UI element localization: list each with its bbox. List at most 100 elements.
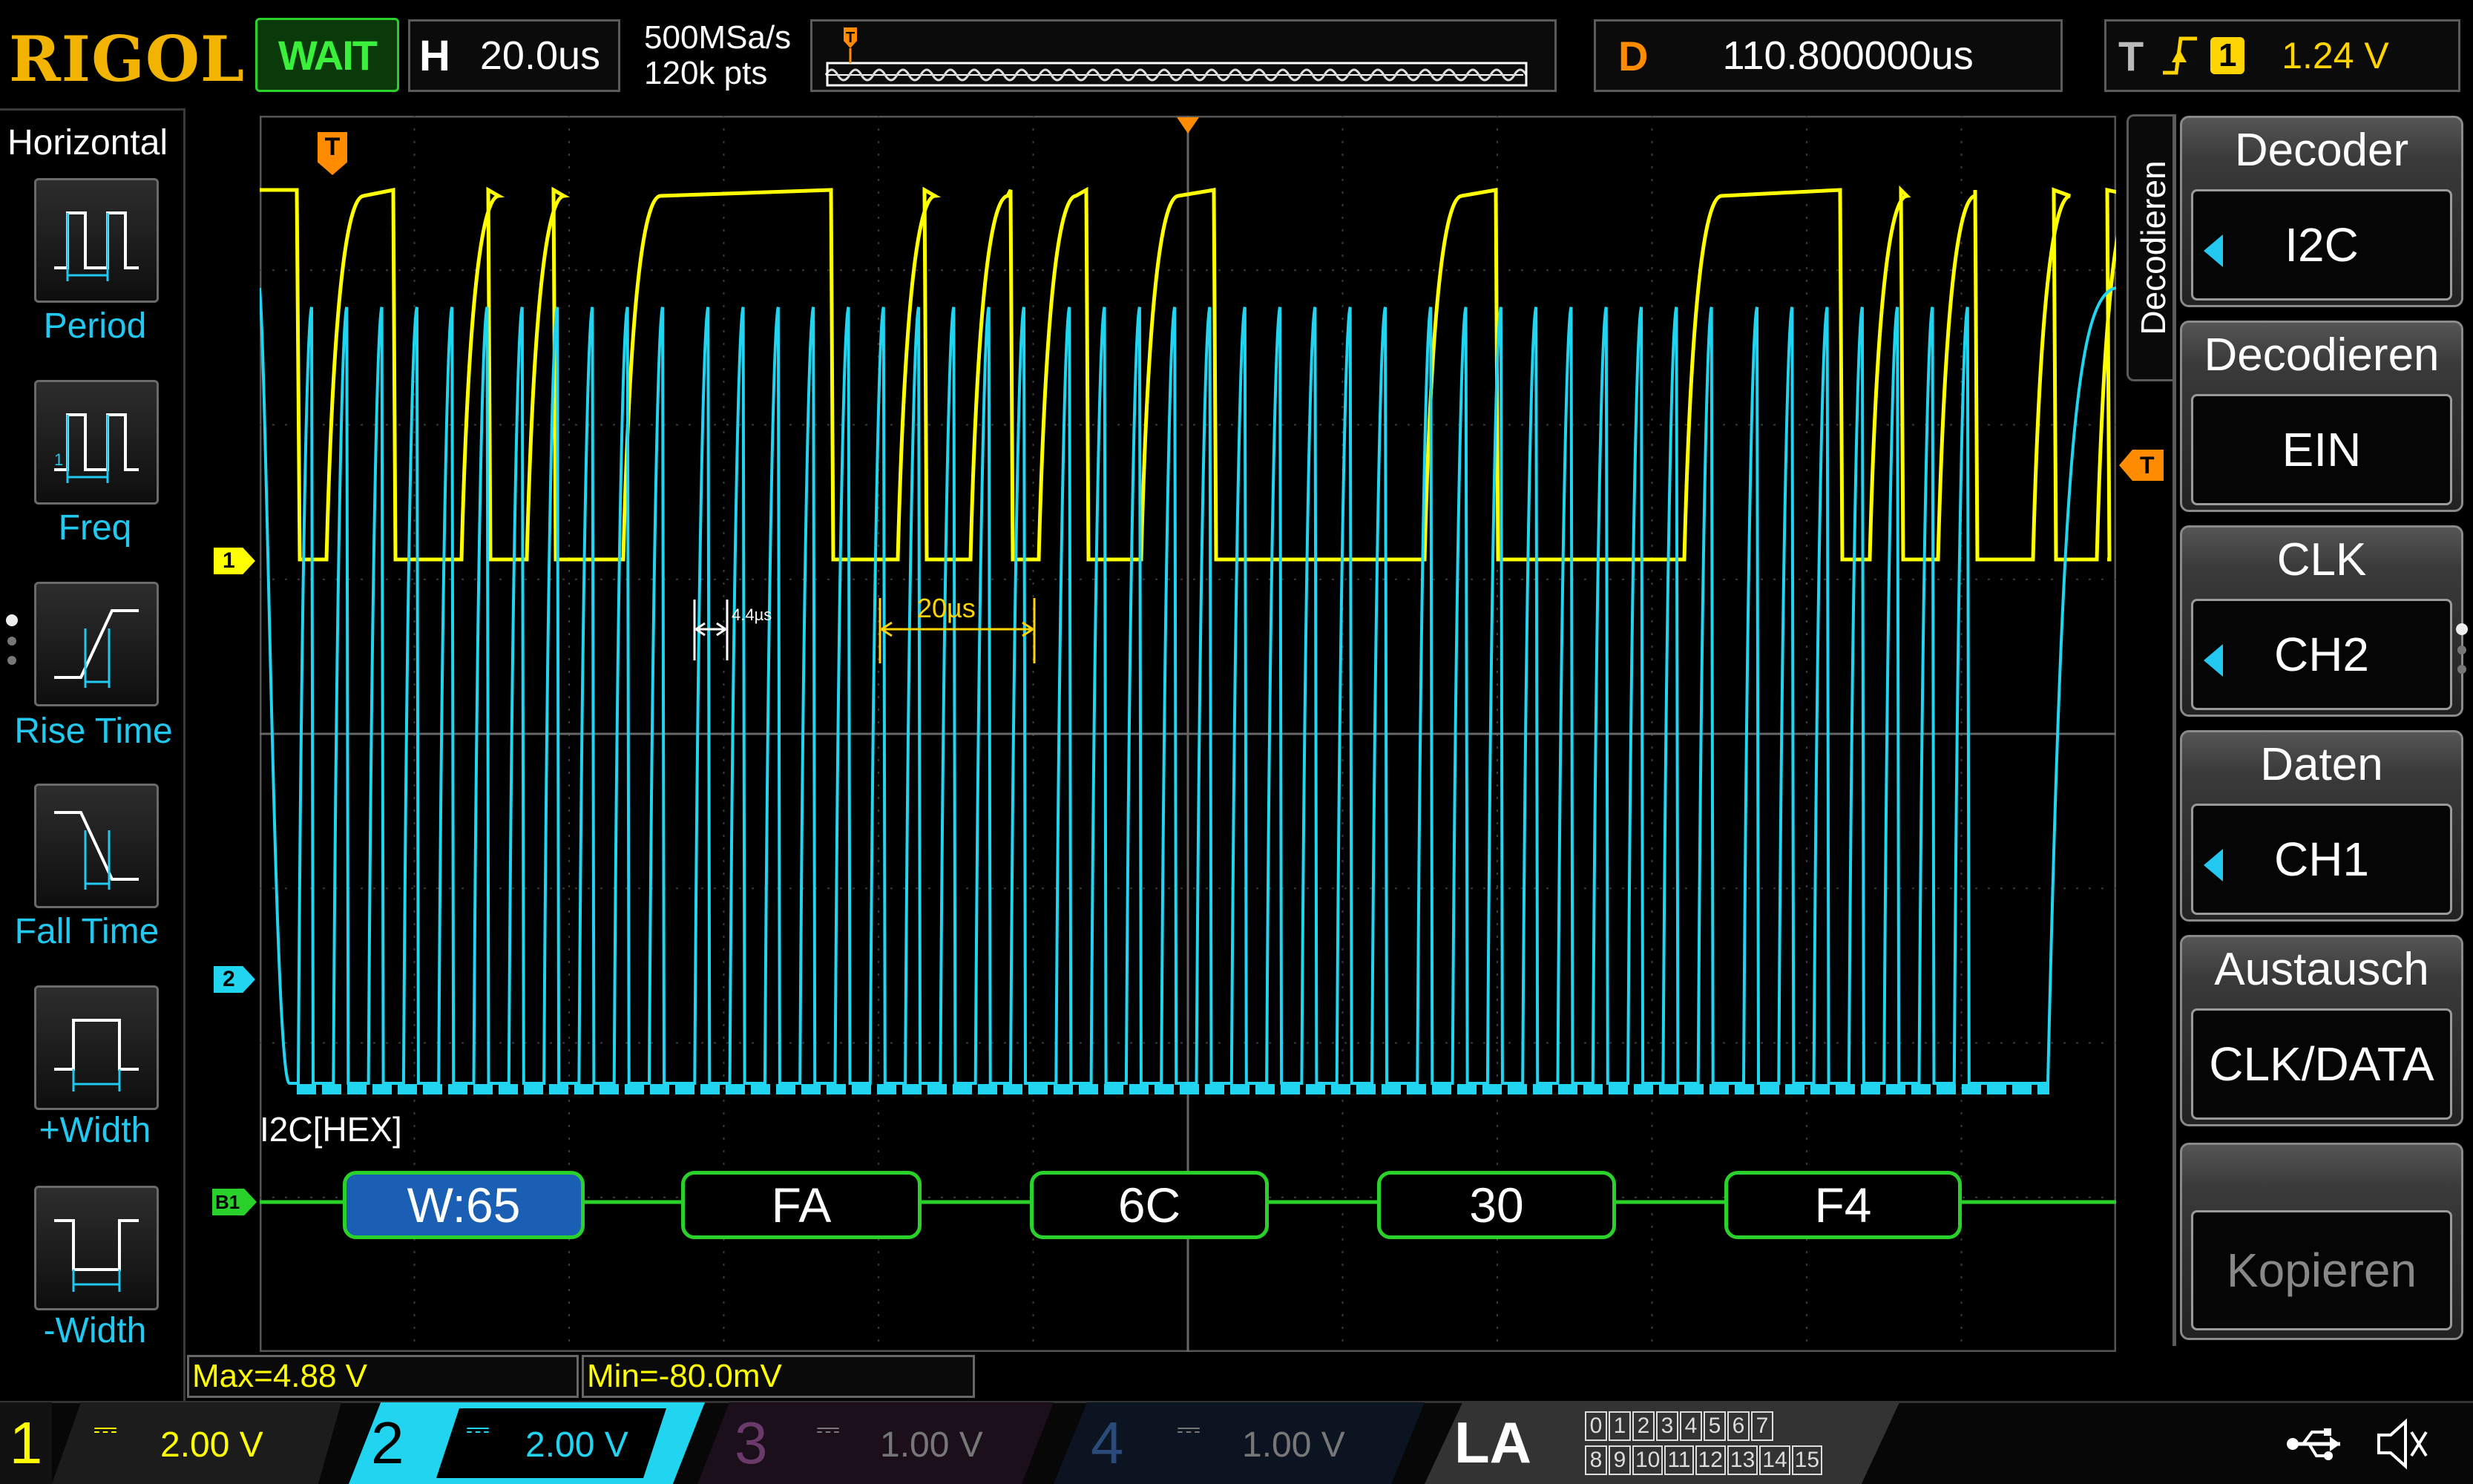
memory-depth: 120k pts — [644, 55, 768, 91]
measurement-min[interactable]: Min=-80.0mV — [582, 1355, 975, 1398]
decoded-byte-packet[interactable]: 6C — [1030, 1171, 1269, 1239]
small-cursor-label: 4.4µs — [732, 605, 772, 624]
measurement-max[interactable]: Max=4.88 V — [187, 1355, 579, 1398]
decoder-value-box: I2C — [2191, 189, 2452, 301]
data-source-value: CH1 — [2273, 833, 2370, 886]
dc-coupling-icon: ⎓ — [1177, 1413, 1201, 1445]
period-icon — [54, 211, 139, 281]
data-source-title: Daten — [2260, 739, 2383, 790]
overview-trigger-icon: T — [844, 27, 857, 63]
timebase-display[interactable]: H 20.0us — [408, 19, 620, 92]
data-source-button[interactable]: Daten CH1 — [2180, 730, 2463, 922]
copy-value-box: Kopieren — [2191, 1210, 2452, 1330]
select-arrow-icon — [2204, 849, 2223, 881]
swap-title: Austausch — [2214, 944, 2429, 995]
usb-icon — [2287, 1428, 2340, 1460]
logic-bits-row-low: 01234567 — [1585, 1411, 1773, 1441]
decoder-button[interactable]: Decoder I2C — [2180, 116, 2463, 307]
positive-width-button[interactable] — [34, 985, 159, 1110]
frequency-button[interactable]: 1 — [34, 380, 159, 505]
svg-text:T: T — [846, 30, 855, 46]
copy-button[interactable]: Kopieren — [2180, 1143, 2463, 1340]
negative-width-label: -Width — [43, 1311, 147, 1350]
timebase-label: H — [419, 31, 450, 80]
decoded-byte-text: 30 — [1469, 1178, 1524, 1232]
swap-button[interactable]: Austausch CLK/DATA — [2180, 935, 2463, 1126]
rise-time-label: Rise Time — [14, 712, 173, 751]
channel-3-number: 3 — [735, 1410, 768, 1476]
decoded-byte-text: F4 — [1814, 1178, 1872, 1232]
clock-source-value-box: CH2 — [2191, 599, 2452, 710]
fall-time-label: Fall Time — [14, 912, 160, 951]
right-menu-page-dots — [2456, 623, 2471, 712]
timebase-value: 20.0us — [479, 33, 601, 78]
logic-channel-bit: 8 — [1585, 1445, 1607, 1475]
channel-3-settings[interactable]: 3 ⎓ 1.00 V — [697, 1402, 1054, 1484]
channel-1-scale-box: ⎓ 2.00 V — [52, 1402, 341, 1484]
select-arrow-icon — [2204, 644, 2223, 677]
memory-overview-bar[interactable]: T — [810, 19, 1557, 92]
trigger-time-marker-label: T — [324, 133, 341, 161]
decode-enable-value-box: EIN — [2191, 394, 2452, 505]
delay-value: 110.800000us — [1722, 33, 1974, 78]
period-label: Period — [43, 306, 147, 346]
decoded-address-text: W:65 — [407, 1178, 521, 1232]
channel-1-scale: 2.00 V — [160, 1425, 263, 1465]
rising-edge-icon — [2163, 36, 2198, 75]
select-arrow-icon — [2204, 234, 2223, 267]
logic-analyzer-label: LA — [1454, 1410, 1531, 1475]
channel-4-number: 4 — [1091, 1410, 1124, 1476]
decoded-byte-text: FA — [771, 1178, 832, 1232]
negative-width-button[interactable] — [34, 1186, 159, 1310]
decoded-byte-packet[interactable]: FA — [681, 1171, 922, 1239]
left-menu-title: Horizontal — [7, 123, 168, 162]
trigger-level-value: 1.24 V — [2282, 35, 2389, 76]
channel-1-settings[interactable]: 1 ⎓ 2.00 V — [0, 1402, 341, 1484]
channel-2-marker-label: 2 — [223, 967, 235, 991]
left-menu-page-dots — [6, 614, 18, 696]
swap-value-box: CLK/DATA — [2191, 1008, 2452, 1120]
bus-marker[interactable]: B1 — [212, 1189, 257, 1215]
clock-source-button[interactable]: CLK CH2 — [2180, 525, 2463, 717]
rise-time-button[interactable] — [34, 582, 159, 706]
channel-1-marker[interactable]: 1 — [214, 548, 255, 574]
channel-2-settings[interactable]: 2 ⎓ 2.00 V — [349, 1402, 705, 1484]
channel-1-number: 1 — [9, 1410, 43, 1476]
run-state-label: WAIT — [278, 31, 378, 79]
logic-channel-bit: 6 — [1727, 1411, 1750, 1441]
speaker-muted-icon[interactable] — [2371, 1414, 2431, 1474]
channel-4-settings[interactable]: 4 ⎓ 1.00 V — [1054, 1402, 1425, 1484]
decoded-byte-packet[interactable]: 30 — [1377, 1171, 1616, 1239]
trigger-display[interactable]: T 1 1.24 V — [2104, 19, 2460, 92]
period-cursor-label: 20µs — [917, 593, 976, 623]
channel-1-number-box: 1 — [0, 1402, 52, 1484]
decode-enable-button[interactable]: Decodieren EIN — [2180, 321, 2463, 512]
waveform-svg: 4.4µs 20µs I2C[HEX] — [258, 115, 2135, 1353]
channel-2-marker[interactable]: 2 — [214, 966, 255, 993]
channel-1-marker-label: 1 — [223, 548, 235, 573]
run-stop-status[interactable]: WAIT — [255, 18, 399, 92]
period-button[interactable] — [34, 178, 159, 303]
brand-logo: RIGOL — [9, 22, 246, 96]
logic-channel-bit: 4 — [1680, 1411, 1702, 1441]
logic-channel-bit: 13 — [1727, 1445, 1758, 1475]
logic-analyzer-settings[interactable]: LA 01234567 8 9 10 11 12 13 14 15 — [1425, 1402, 1899, 1484]
delay-display[interactable]: D 110.800000us — [1594, 19, 2063, 92]
decoder-title: Decoder — [2234, 125, 2409, 176]
frequency-icon: 1 — [54, 413, 139, 483]
waveform-area[interactable]: 4.4µs 20µs I2C[HEX] — [258, 115, 2135, 1353]
dc-coupling-icon: ⎓ — [816, 1413, 840, 1445]
logic-channel-bit: 15 — [1791, 1445, 1823, 1475]
decoded-byte-packet[interactable]: F4 — [1724, 1171, 1962, 1239]
right-menu-frame — [2173, 114, 2176, 1346]
dc-coupling-icon: ⎓ — [93, 1413, 117, 1445]
decoded-address-packet[interactable]: W:65 — [343, 1171, 585, 1239]
right-menu-title: Decodieren — [2134, 160, 2173, 335]
fall-time-button[interactable] — [34, 784, 159, 908]
logic-channel-bit: 3 — [1656, 1411, 1678, 1441]
trigger-level-marker[interactable]: T — [2119, 450, 2164, 481]
oscilloscope-screen: { "header": { "brand": "RIGOL", "run_sta… — [0, 0, 2473, 1484]
measurement-max-text: Max=4.88 V — [192, 1358, 368, 1394]
right-menu-tab[interactable]: Decodieren — [2126, 114, 2174, 381]
positive-width-icon — [54, 1019, 139, 1091]
